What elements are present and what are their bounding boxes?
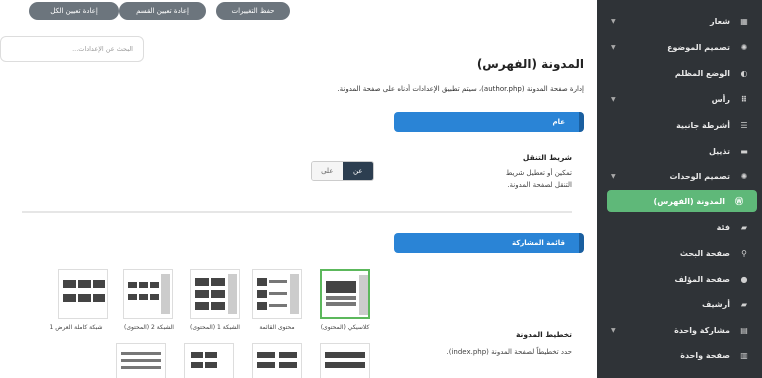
sidebar-item-theme-design[interactable]: ✺ تصميم الموضوع ▼ — [597, 35, 762, 59]
wordpress-icon: Ⓦ — [735, 196, 743, 206]
sidebar-item-label: تذييل — [708, 146, 730, 156]
bulb-icon: ✺ — [740, 42, 748, 52]
layout-list-thumb[interactable] — [252, 269, 302, 319]
layout-classic-thumb[interactable] — [320, 269, 370, 319]
reset-all-button[interactable]: إعادة تعيين الكل — [29, 2, 119, 20]
footer-icon: ▬ — [740, 146, 748, 156]
half-circle-icon: ◐ — [740, 68, 748, 78]
breadcrumb-description: تمكين أو تعطيل شريط التنقل لصفحة المدونة… — [505, 169, 572, 189]
layout-label: شبكة كاملة العرض 1 — [49, 324, 103, 331]
chevron-down-icon: ▼ — [611, 326, 616, 334]
divider — [22, 211, 572, 213]
blog-layout-label: تخطيط المدونة — [515, 330, 572, 339]
sidebar-item-label: صفحة واحدة — [680, 350, 730, 360]
sidebar-item-label: صفحة المؤلف — [674, 274, 730, 284]
folder-icon: ▰ — [740, 222, 748, 232]
settings-search-input[interactable]: البحث عن الإعدادات... — [0, 36, 144, 62]
dots-icon: ⠿ — [740, 94, 748, 104]
sidebar-item-label: شعار — [710, 16, 730, 26]
doc-icon: ▤ — [740, 325, 748, 335]
sidebar-item-label: الوضع المظلم — [674, 68, 730, 78]
layout-grid1-thumb[interactable] — [190, 269, 240, 319]
sidebar-item-footer[interactable]: ▬ تذييل — [597, 139, 762, 163]
sidebar-item-label: مشاركة واحدة — [674, 325, 730, 335]
user-icon: ● — [740, 274, 748, 284]
sidebar: ▦ شعار ▼ ✺ تصميم الموضوع ▼ ◐ الوضع المظلم ⠿ رأ… — [597, 0, 762, 378]
sidebar-item-header[interactable]: ⠿ رأس ▼ — [597, 87, 762, 111]
sidebar-item-label: أرشيف — [701, 299, 730, 309]
sidebar-item-category[interactable]: ▰ فئة — [597, 215, 762, 239]
sidebar-item-modules-design[interactable]: ✺ تصميم الوحدات ▼ — [597, 164, 762, 188]
layout-label: كلاسيكي (المحتوى) — [320, 324, 370, 331]
layout-full-grid-thumb[interactable] — [58, 269, 108, 319]
layout-label: محتوى القائمة — [259, 324, 295, 331]
sidebar-item-label: المدونة (الفهرس) — [653, 196, 725, 206]
page-title: المدونة (الفهرس) — [476, 57, 584, 71]
breadcrumb-toggle[interactable]: على عن — [311, 161, 374, 181]
chevron-down-icon: ▼ — [611, 95, 616, 103]
sidebar-item-single-page[interactable]: ▥ صفحة واحدة — [597, 343, 762, 367]
breadcrumb-label: شريط التنقل — [522, 153, 572, 162]
section-shared-list: قائمة المشاركة — [394, 233, 584, 253]
chevron-down-icon: ▼ — [611, 17, 616, 25]
search-placeholder: البحث عن الإعدادات... — [72, 45, 133, 53]
layout-grid2-thumb[interactable] — [123, 269, 173, 319]
sidebar-item-single-post[interactable]: ▤ مشاركة واحدة ▼ — [597, 318, 762, 342]
section-shared-list-label: قائمة المشاركة — [511, 239, 565, 247]
page-icon: ▥ — [740, 350, 748, 360]
sidebar-item-logo[interactable]: ▦ شعار ▼ — [597, 9, 762, 33]
layout-label: الشبكة 2 (المحتوى) — [124, 324, 174, 331]
blog-layout-description: حدد تخطيطاً لصفحة المدونة (index.php). — [446, 348, 572, 356]
toggle-on-option[interactable]: عن — [342, 162, 373, 180]
layout-thumb[interactable] — [252, 343, 302, 378]
layout-label: الشبكة 1 (المحتوى) — [190, 324, 240, 331]
sidebar-item-label: رأس — [711, 94, 730, 104]
layout-thumb[interactable] — [184, 343, 234, 378]
sidebar-item-dark-mode[interactable]: ◐ الوضع المظلم — [597, 61, 762, 85]
sidebar-item-label: تصميم الوحدات — [669, 171, 730, 181]
sidebar-item-label: تصميم الموضوع — [667, 42, 730, 52]
sidebar-item-label: فئة — [716, 222, 730, 232]
bulb-icon: ✺ — [740, 171, 748, 181]
reset-section-button[interactable]: إعادة تعيين القسم — [119, 2, 206, 20]
section-general: عام — [394, 112, 584, 132]
layout-thumb[interactable] — [320, 343, 370, 378]
layout-thumb[interactable] — [116, 343, 166, 378]
sidebar-item-archive[interactable]: ▰ أرشيف — [597, 292, 762, 316]
sidebar-item-search-page[interactable]: ⚲ صفحة البحث — [597, 241, 762, 265]
save-changes-button[interactable]: حفظ التغييرات — [216, 2, 290, 20]
sidebar-item-author-page[interactable]: ● صفحة المؤلف — [597, 267, 762, 291]
section-general-label: عام — [552, 118, 565, 126]
sidebar-item-label: أشرطة جانبية — [676, 120, 730, 130]
chevron-down-icon: ▼ — [611, 43, 616, 51]
search-icon: ⚲ — [741, 248, 747, 258]
grid-icon: ▦ — [740, 16, 748, 26]
sidebar-item-blog-index[interactable]: Ⓦ المدونة (الفهرس) — [607, 190, 757, 212]
toggle-off-option[interactable]: على — [312, 162, 343, 180]
chevron-down-icon: ▼ — [611, 172, 616, 180]
sidebar-item-sidebars[interactable]: ☰ أشرطة جانبية — [597, 113, 762, 137]
sidebar-icon: ☰ — [740, 120, 748, 130]
folder-icon: ▰ — [740, 299, 748, 309]
page-description: إدارة صفحة المدونة (author.php)، سيتم تط… — [337, 85, 584, 93]
sidebar-item-label: صفحة البحث — [679, 248, 730, 258]
